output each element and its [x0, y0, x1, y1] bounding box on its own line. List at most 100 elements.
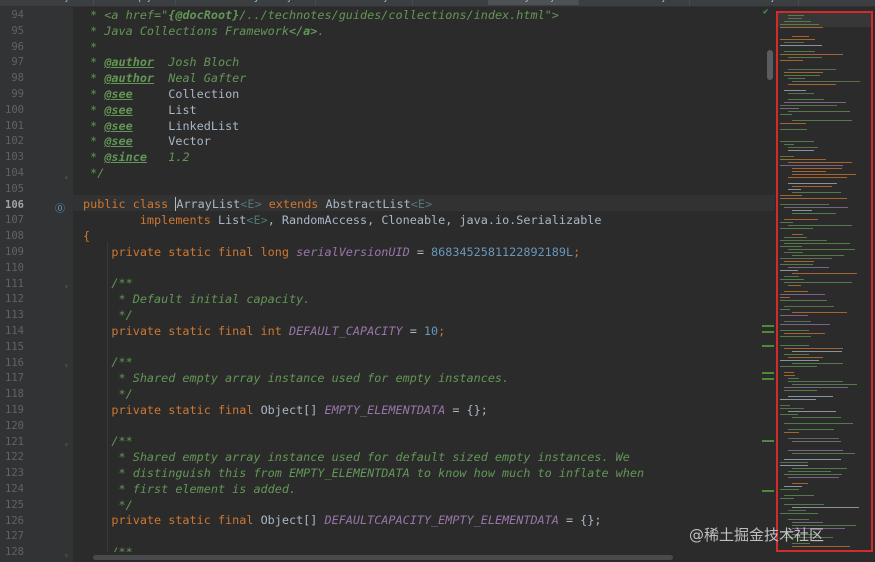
line-number: 117: [5, 372, 24, 385]
minimap-line: [780, 315, 808, 316]
code-line: * Default initial capacity.: [83, 292, 311, 306]
minimap-line: [780, 309, 790, 310]
minimap-line: [792, 351, 842, 352]
minimap-line: [780, 204, 829, 205]
horizontal-scrollbar[interactable]: [73, 552, 775, 562]
code-line: *: [83, 40, 98, 54]
fold-marker-icon[interactable]: ▵: [64, 172, 69, 182]
editor-tab[interactable]: ...Map.java: [108, 0, 176, 5]
code-line: */: [83, 387, 133, 401]
minimap-line: [792, 186, 832, 187]
code-line: private static final long serialVersionU…: [83, 245, 581, 259]
line-number: 115: [5, 340, 24, 353]
line-number: 113: [5, 309, 24, 322]
code-line: * @see LinkedList: [83, 119, 240, 133]
minimap-line: [788, 450, 843, 451]
minimap-line: [784, 372, 794, 373]
line-number: 126: [5, 514, 24, 527]
code-line: * @see Collection: [83, 87, 240, 101]
horizontal-scroll-thumb[interactable]: [93, 555, 673, 560]
fold-marker-icon[interactable]: ▿: [64, 440, 69, 450]
minimap-line: [792, 507, 859, 508]
minimap-line: [780, 27, 823, 28]
editor-tab[interactable]: ...Tree.java: [345, 0, 413, 5]
change-marker[interactable]: [762, 490, 774, 492]
editor-tab[interactable]: ...MultiSet.java: [6, 0, 94, 5]
minimap-line: [784, 75, 820, 76]
minimap-line: [792, 312, 847, 313]
code-line: private static final Object[] EMPTY_ELEM…: [83, 403, 488, 417]
minimap-line: [780, 54, 843, 55]
code-line: private static final int DEFAULT_CAPACIT…: [83, 324, 446, 338]
minimap-line: [780, 123, 806, 124]
minimap-line: [792, 174, 856, 175]
line-number: 95: [11, 24, 24, 37]
implemented-interface-icon[interactable]: ⓪: [55, 204, 69, 216]
minimap-line: [780, 408, 804, 409]
minimap-line: [780, 45, 822, 46]
minimap-line: [788, 429, 834, 430]
minimap-line: [780, 165, 843, 166]
code-line: * Java Collections Framework</a>.: [83, 24, 325, 38]
minimap-line: [784, 375, 795, 376]
minimap-line: [792, 36, 809, 37]
line-number: 94: [11, 9, 24, 21]
line-number: 128: [5, 546, 24, 559]
line-number: 104: [5, 167, 24, 179]
minimap-line: [788, 357, 823, 358]
minimap-line: [792, 384, 857, 385]
minimap-line: [788, 225, 852, 226]
line-number: 107: [5, 214, 24, 227]
fold-marker-icon[interactable]: ▿: [64, 551, 69, 561]
change-marker[interactable]: [762, 372, 774, 374]
change-marker[interactable]: [762, 345, 774, 347]
minimap-line: [780, 159, 826, 160]
minimap-line: [784, 432, 799, 433]
fold-marker-icon[interactable]: ▿: [64, 361, 69, 371]
minimap-line: [784, 51, 815, 52]
fold-marker-icon[interactable]: ▿: [64, 282, 69, 292]
minimap-line: [784, 474, 842, 475]
vertical-scroll-thumb[interactable]: [767, 50, 773, 80]
minimap-line: [788, 189, 801, 190]
minimap-line: [784, 282, 852, 283]
minimap-line: [784, 459, 841, 460]
minimap-line: [788, 177, 847, 178]
minimap-line: [788, 99, 824, 100]
vertical-scrollbar[interactable]: [765, 6, 775, 552]
minimap-line: [792, 210, 812, 211]
minimap-line: [780, 399, 816, 400]
minimap-line: [792, 234, 803, 235]
code-line: /**: [83, 434, 133, 448]
change-marker[interactable]: [762, 331, 774, 333]
minimap-line: [792, 546, 850, 547]
line-number: 110: [5, 261, 24, 274]
change-marker[interactable]: [762, 440, 774, 442]
minimap-line: [784, 486, 802, 487]
minimap-line: [784, 42, 804, 43]
code-line: */: [83, 166, 105, 180]
check-icon: ✔: [763, 7, 769, 17]
minimap-line: [792, 468, 847, 469]
change-marker[interactable]: [762, 325, 774, 327]
editor-tab[interactable]: ...System.java: [232, 0, 316, 5]
editor-tab[interactable]: ...ArrayList.java: [488, 0, 580, 5]
minimap-line: [788, 381, 843, 382]
minimap-line: [780, 462, 808, 463]
code-minimap[interactable]: [776, 11, 873, 552]
minimap-line: [784, 504, 824, 505]
minimap-line: [780, 414, 798, 415]
editor-tab[interactable]: ...ables.java: [726, 0, 800, 5]
code-line: * @see List: [83, 103, 197, 117]
line-number: 123: [5, 467, 24, 480]
minimap-line: [780, 198, 847, 199]
code-line: /**: [83, 545, 133, 552]
minimap-line: [788, 477, 839, 478]
editor-tab[interactable]: ...HashSet.java: [602, 0, 691, 5]
minimap-line: [780, 258, 832, 259]
line-number: 120: [5, 419, 24, 432]
minimap-line: [784, 102, 846, 103]
code-editor[interactable]: * <a href="{@docRoot}/../technotes/guide…: [73, 6, 775, 552]
minimap-line: [784, 21, 811, 22]
change-marker[interactable]: [762, 378, 774, 380]
